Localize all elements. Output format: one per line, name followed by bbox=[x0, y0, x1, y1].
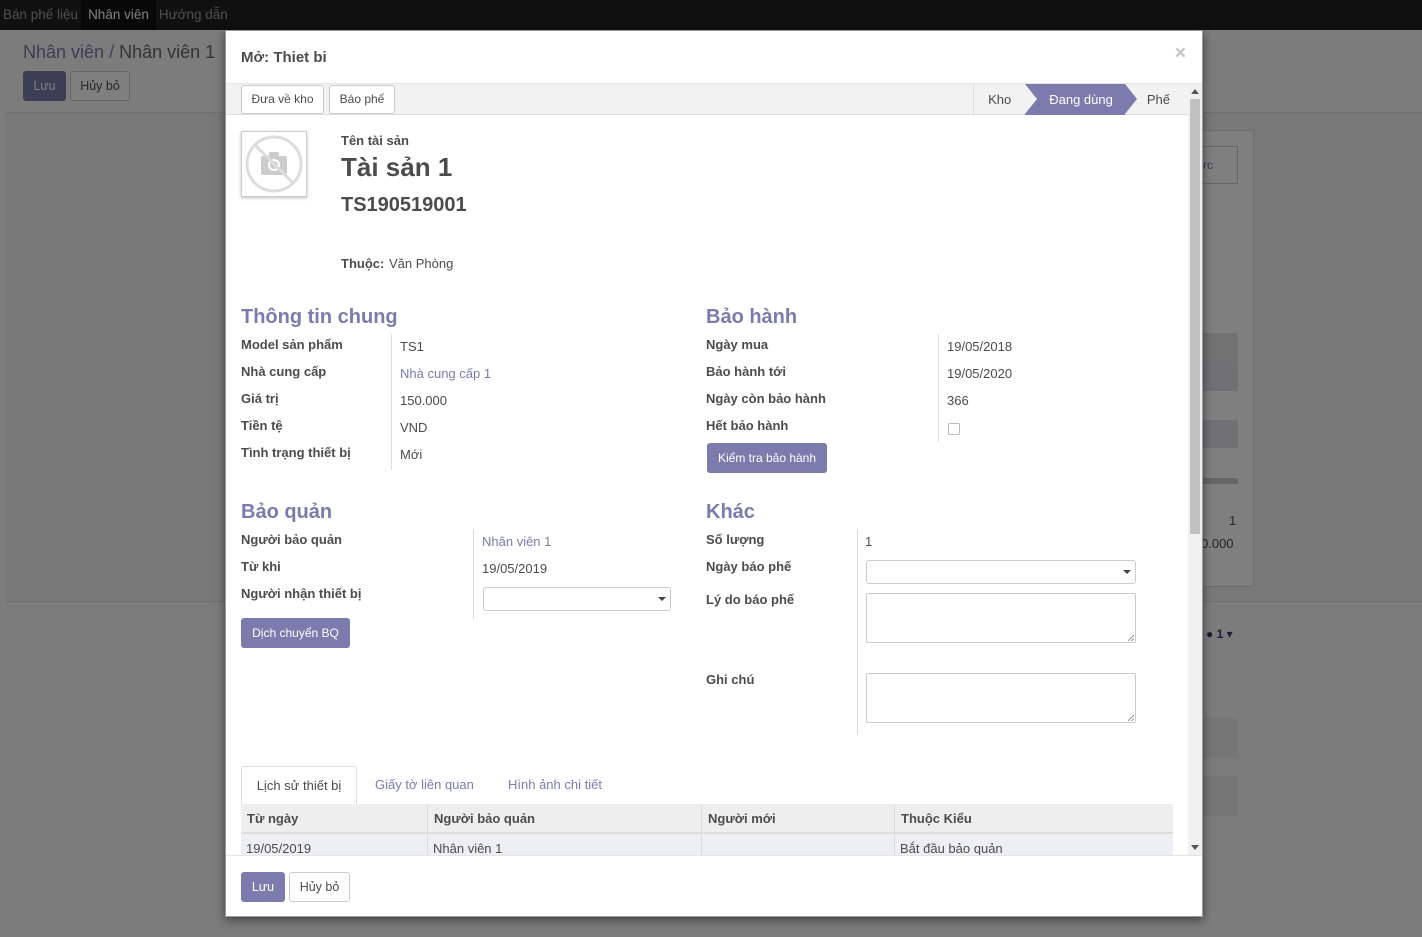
statusbar: Đưa về kho Báo phế Kho Đang dùng Phế bbox=[226, 84, 1188, 115]
scroll-thumb[interactable] bbox=[1190, 99, 1200, 534]
field-label: Lý do báo phế bbox=[706, 592, 795, 607]
asset-code[interactable]: TS190519001 bbox=[341, 194, 467, 217]
field-label: Giá trị bbox=[241, 391, 279, 406]
custody-title: Bảo quản bbox=[241, 501, 333, 523]
table-cell: Nhân viên 1 bbox=[428, 834, 702, 855]
model-field[interactable]: TS1 bbox=[400, 339, 424, 354]
warranty-until-field[interactable]: 19/05/2020 bbox=[947, 366, 1012, 381]
return-to-stock-button[interactable]: Đưa về kho bbox=[241, 85, 324, 114]
table-cell: 19/05/2019 bbox=[241, 834, 428, 855]
other-title: Khác bbox=[706, 501, 755, 523]
stage-pipeline: Kho Đang dùng Phế bbox=[973, 84, 1188, 115]
field-label: Số lượng bbox=[706, 532, 765, 547]
divider bbox=[938, 334, 939, 442]
condition-field[interactable]: Mới bbox=[400, 447, 422, 462]
field-label: Người nhận thiết bị bbox=[241, 586, 362, 601]
save-button[interactable]: Lưu bbox=[241, 872, 285, 902]
scrap-reason-textarea[interactable] bbox=[866, 593, 1136, 643]
column-header[interactable]: Thuộc Kiểu bbox=[895, 804, 1173, 834]
currency-field[interactable]: VND bbox=[400, 420, 427, 435]
caret-down-icon bbox=[1123, 570, 1131, 574]
tab-related-documents[interactable]: Giấy tờ liên quan bbox=[375, 766, 474, 806]
report-scrap-button[interactable]: Báo phế bbox=[329, 85, 395, 114]
stage-scrapped[interactable]: Phế bbox=[1125, 84, 1188, 115]
discard-button[interactable]: Hủy bỏ bbox=[289, 872, 350, 902]
field-label: Model sản phẩm bbox=[241, 337, 343, 352]
field-label: Ngày báo phế bbox=[706, 559, 792, 574]
notebook-tabs: Lịch sử thiết bị Giấy tờ liên quan Hình … bbox=[241, 766, 1173, 806]
scroll-down-icon[interactable] bbox=[1191, 845, 1199, 850]
no-camera-icon bbox=[245, 135, 303, 193]
column-header[interactable]: Từ ngày bbox=[241, 804, 428, 834]
divider bbox=[857, 529, 858, 735]
quantity-field[interactable]: 1 bbox=[865, 534, 872, 549]
warranty-expired-checkbox[interactable] bbox=[948, 423, 960, 435]
value-field[interactable]: 150.000 bbox=[400, 393, 447, 408]
belongs-value[interactable]: Văn Phòng bbox=[389, 256, 453, 271]
column-header[interactable]: Người mới bbox=[702, 804, 895, 834]
image-placeholder[interactable] bbox=[241, 131, 307, 197]
modal-title: Mở: Thiet bi bbox=[241, 49, 327, 66]
field-label: Ngày còn bảo hành bbox=[706, 391, 826, 406]
modal-dialog: Mở: Thiet bi × Đưa về kho Báo phế Kho Đa… bbox=[225, 30, 1203, 917]
table-cell: Bắt đầu bảo quản bbox=[900, 841, 1003, 855]
warranty-title: Bảo hành bbox=[706, 306, 798, 328]
divider bbox=[391, 334, 392, 470]
warranty-days-left-field[interactable]: 366 bbox=[947, 393, 969, 408]
modal-scrollbar[interactable] bbox=[1188, 84, 1202, 855]
table-row[interactable]: 19/05/2019 Nhân viên 1 Bắt đầu bảo quản bbox=[241, 834, 1173, 855]
custodian-link[interactable]: Nhân viên 1 bbox=[482, 534, 551, 549]
asset-name[interactable]: Tài sản 1 bbox=[341, 152, 452, 183]
field-label: Bảo hành tới bbox=[706, 364, 787, 379]
table-header: Từ ngày Người bảo quản Người mới Thuộc K… bbox=[241, 804, 1173, 834]
belongs-label: Thuộc: bbox=[341, 256, 385, 271]
general-info-title: Thông tin chung bbox=[241, 306, 398, 328]
asset-name-label: Tên tài sản bbox=[341, 133, 409, 148]
note-textarea[interactable] bbox=[866, 673, 1136, 723]
table-cell bbox=[702, 834, 895, 855]
field-label: Từ khi bbox=[241, 559, 281, 574]
field-label: Hết bảo hành bbox=[706, 418, 789, 433]
close-icon[interactable]: × bbox=[1175, 43, 1186, 65]
scroll-up-icon[interactable] bbox=[1191, 89, 1199, 94]
divider bbox=[473, 529, 474, 619]
field-label: Ngày mua bbox=[706, 337, 769, 352]
tab-detail-images[interactable]: Hình ảnh chi tiết bbox=[508, 766, 602, 806]
tab-device-history[interactable]: Lịch sử thiết bị bbox=[241, 766, 357, 806]
move-custody-button[interactable]: Dịch chuyển BQ bbox=[241, 618, 350, 648]
field-label: Người bảo quản bbox=[241, 532, 342, 547]
field-label: Tình trạng thiết bị bbox=[241, 445, 351, 460]
modal-footer: Lưu Hủy bỏ bbox=[226, 855, 1202, 916]
field-label: Ghi chú bbox=[706, 672, 755, 687]
caret-down-icon bbox=[658, 597, 666, 601]
modal-body: Đưa về kho Báo phế Kho Đang dùng Phế Tên… bbox=[226, 84, 1202, 855]
scrap-date-picker[interactable] bbox=[866, 560, 1136, 584]
field-label: Nhà cung cấp bbox=[241, 364, 327, 379]
receiver-select[interactable] bbox=[483, 587, 671, 611]
stage-stock[interactable]: Kho bbox=[973, 84, 1025, 115]
check-warranty-button[interactable]: Kiểm tra bảo hành bbox=[707, 443, 827, 473]
column-header[interactable]: Người bảo quản bbox=[428, 804, 702, 834]
modal-header: Mở: Thiet bi × bbox=[226, 31, 1202, 84]
stage-in-use[interactable]: Đang dùng bbox=[1025, 84, 1137, 115]
purchase-date-field[interactable]: 19/05/2018 bbox=[947, 339, 1012, 354]
since-date-field[interactable]: 19/05/2019 bbox=[482, 561, 547, 576]
supplier-link[interactable]: Nhà cung cấp 1 bbox=[400, 366, 491, 381]
field-label: Tiền tệ bbox=[241, 418, 283, 433]
